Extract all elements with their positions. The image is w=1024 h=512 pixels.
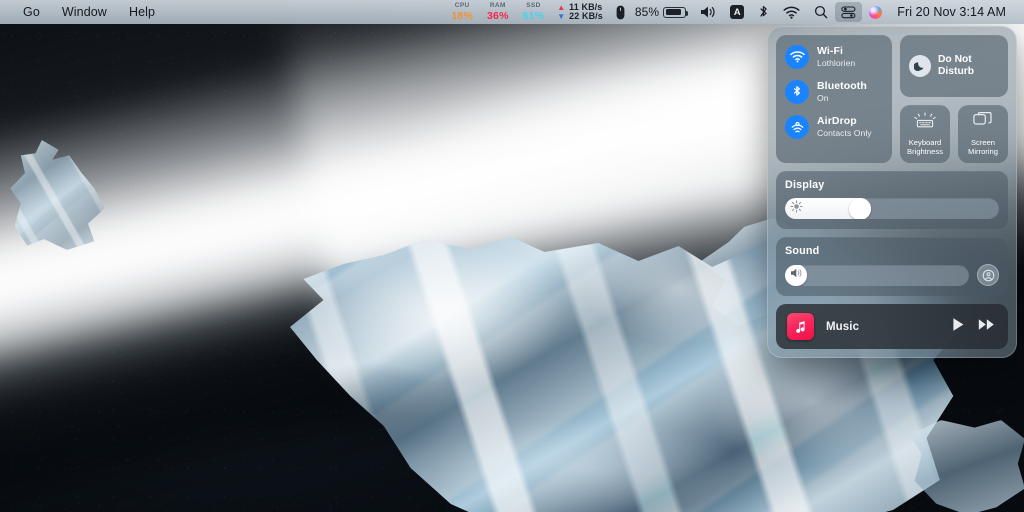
menu-go[interactable]: Go bbox=[12, 2, 51, 22]
battery-percent: 85% bbox=[635, 5, 663, 19]
screen-mirroring-label: Screen Mirroring bbox=[968, 138, 998, 156]
status-ssd-value: 61% bbox=[523, 11, 545, 22]
fast-forward-icon[interactable] bbox=[978, 318, 995, 336]
input-source-badge: A bbox=[730, 5, 744, 19]
menu-bar-clock[interactable]: Fri 20 Nov 3:14 AM bbox=[889, 5, 1016, 19]
do-not-disturb-label: Do Not Disturb bbox=[938, 54, 974, 79]
keyboard-brightness-icon bbox=[914, 112, 936, 134]
status-cpu-value: 18% bbox=[451, 11, 473, 22]
status-ssd[interactable]: SSD 61% bbox=[516, 3, 552, 22]
do-not-disturb-toggle[interactable]: Do Not Disturb bbox=[900, 35, 1008, 97]
screen-mirroring-label-line2: Mirroring bbox=[968, 147, 998, 156]
toggle-bluetooth-subtitle: On bbox=[817, 94, 867, 104]
siri-orb bbox=[869, 6, 882, 19]
toggle-wifi-title: Wi-Fi bbox=[817, 46, 855, 58]
screen-mirroring-icon bbox=[973, 112, 993, 134]
mouse-icon[interactable] bbox=[609, 0, 632, 24]
bluetooth-icon[interactable] bbox=[751, 0, 776, 24]
sound-volume-slider[interactable] bbox=[785, 265, 969, 286]
upload-arrow-icon: ▲ bbox=[557, 4, 565, 11]
control-center-right-column: Do Not Disturb bbox=[900, 35, 1008, 163]
toggle-airdrop-subtitle: Contacts Only bbox=[817, 129, 872, 139]
toggle-wifi-text: Wi-Fi Lothlorien bbox=[817, 46, 855, 69]
airdrop-icon bbox=[785, 115, 809, 139]
music-app-name: Music bbox=[826, 321, 940, 333]
network-arrows: ▲ ▼ bbox=[557, 4, 565, 20]
menu-bar: Go Window Help CPU 18% RAM 36% SSD 61% bbox=[0, 0, 1024, 24]
dnd-label-line1: Do Not bbox=[938, 54, 972, 65]
toggle-bluetooth-title: Bluetooth bbox=[817, 81, 867, 93]
battery-icon bbox=[663, 7, 686, 18]
toggle-wifi-subtitle: Lothlorien bbox=[817, 59, 855, 69]
toggle-airdrop-text: AirDrop Contacts Only bbox=[817, 116, 872, 139]
keyboard-brightness-tile[interactable]: Keyboard Brightness bbox=[900, 105, 950, 163]
display-slider-row bbox=[785, 198, 999, 219]
keyboard-brightness-label-line1: Keyboard bbox=[909, 138, 942, 147]
volume-icon[interactable] bbox=[693, 0, 723, 24]
toggle-airdrop[interactable]: AirDrop Contacts Only bbox=[785, 115, 883, 139]
status-ssd-label: SSD bbox=[526, 3, 540, 10]
screen-mirroring-label-line1: Screen bbox=[971, 138, 995, 147]
keyboard-brightness-label: Keyboard Brightness bbox=[907, 138, 943, 156]
battery-fill bbox=[666, 9, 682, 15]
menu-bar-app-menus: Go Window Help bbox=[0, 2, 166, 22]
status-ram[interactable]: RAM 36% bbox=[480, 3, 516, 22]
display-title: Display bbox=[785, 179, 999, 191]
status-network-throughput[interactable]: ▲ ▼ 11 KB/s 22 KB/s bbox=[551, 3, 609, 21]
airplay-audio-icon[interactable] bbox=[977, 264, 999, 286]
play-icon[interactable] bbox=[952, 317, 965, 337]
network-values: 11 KB/s 22 KB/s bbox=[569, 3, 603, 21]
toggle-bluetooth-text: Bluetooth On bbox=[817, 81, 867, 104]
menu-help[interactable]: Help bbox=[118, 2, 166, 22]
sound-slider-row bbox=[785, 264, 999, 286]
status-ram-value: 36% bbox=[487, 11, 509, 22]
speaker-icon bbox=[790, 266, 805, 284]
toggle-airdrop-title: AirDrop bbox=[817, 116, 872, 128]
sound-module: Sound bbox=[776, 237, 1008, 296]
display-slider-knob[interactable] bbox=[849, 198, 871, 219]
bluetooth-icon bbox=[785, 80, 809, 104]
brightness-icon bbox=[790, 200, 803, 218]
toggle-bluetooth[interactable]: Bluetooth On bbox=[785, 80, 883, 104]
control-center-top-row: Wi-Fi Lothlorien Bluetooth On bbox=[776, 35, 1008, 163]
screen-mirroring-tile[interactable]: Screen Mirroring bbox=[958, 105, 1008, 163]
display-module: Display bbox=[776, 171, 1008, 229]
input-source-icon[interactable]: A bbox=[723, 0, 751, 24]
dnd-label-line2: Disturb bbox=[938, 66, 974, 77]
connectivity-module: Wi-Fi Lothlorien Bluetooth On bbox=[776, 35, 892, 163]
desktop-screen: Go Window Help CPU 18% RAM 36% SSD 61% bbox=[0, 0, 1024, 512]
toggle-wifi[interactable]: Wi-Fi Lothlorien bbox=[785, 45, 883, 69]
wifi-icon bbox=[785, 45, 809, 69]
control-center-icon[interactable] bbox=[835, 2, 862, 22]
status-ram-label: RAM bbox=[490, 3, 506, 10]
moon-icon bbox=[909, 55, 931, 77]
spotlight-search-icon[interactable] bbox=[807, 0, 835, 24]
siri-icon[interactable] bbox=[862, 0, 889, 24]
control-center-tiles: Keyboard Brightness Screen bbox=[900, 105, 1008, 163]
display-brightness-slider[interactable] bbox=[785, 198, 999, 219]
download-arrow-icon: ▼ bbox=[557, 13, 565, 20]
download-rate: 22 KB/s bbox=[569, 12, 603, 21]
music-module: Music bbox=[776, 304, 1008, 349]
keyboard-brightness-label-line2: Brightness bbox=[907, 147, 943, 156]
menu-bar-status-items: CPU 18% RAM 36% SSD 61% ▲ ▼ 11 KB/s bbox=[444, 0, 1024, 24]
status-battery[interactable]: 85% bbox=[632, 0, 693, 24]
control-center-panel: Wi-Fi Lothlorien Bluetooth On bbox=[767, 26, 1017, 358]
status-cpu[interactable]: CPU 18% bbox=[444, 3, 480, 22]
wifi-icon[interactable] bbox=[776, 0, 807, 24]
music-note-icon bbox=[787, 313, 814, 340]
status-cpu-label: CPU bbox=[455, 3, 470, 10]
sound-title: Sound bbox=[785, 245, 999, 257]
menu-window[interactable]: Window bbox=[51, 2, 118, 22]
music-controls bbox=[952, 317, 997, 337]
